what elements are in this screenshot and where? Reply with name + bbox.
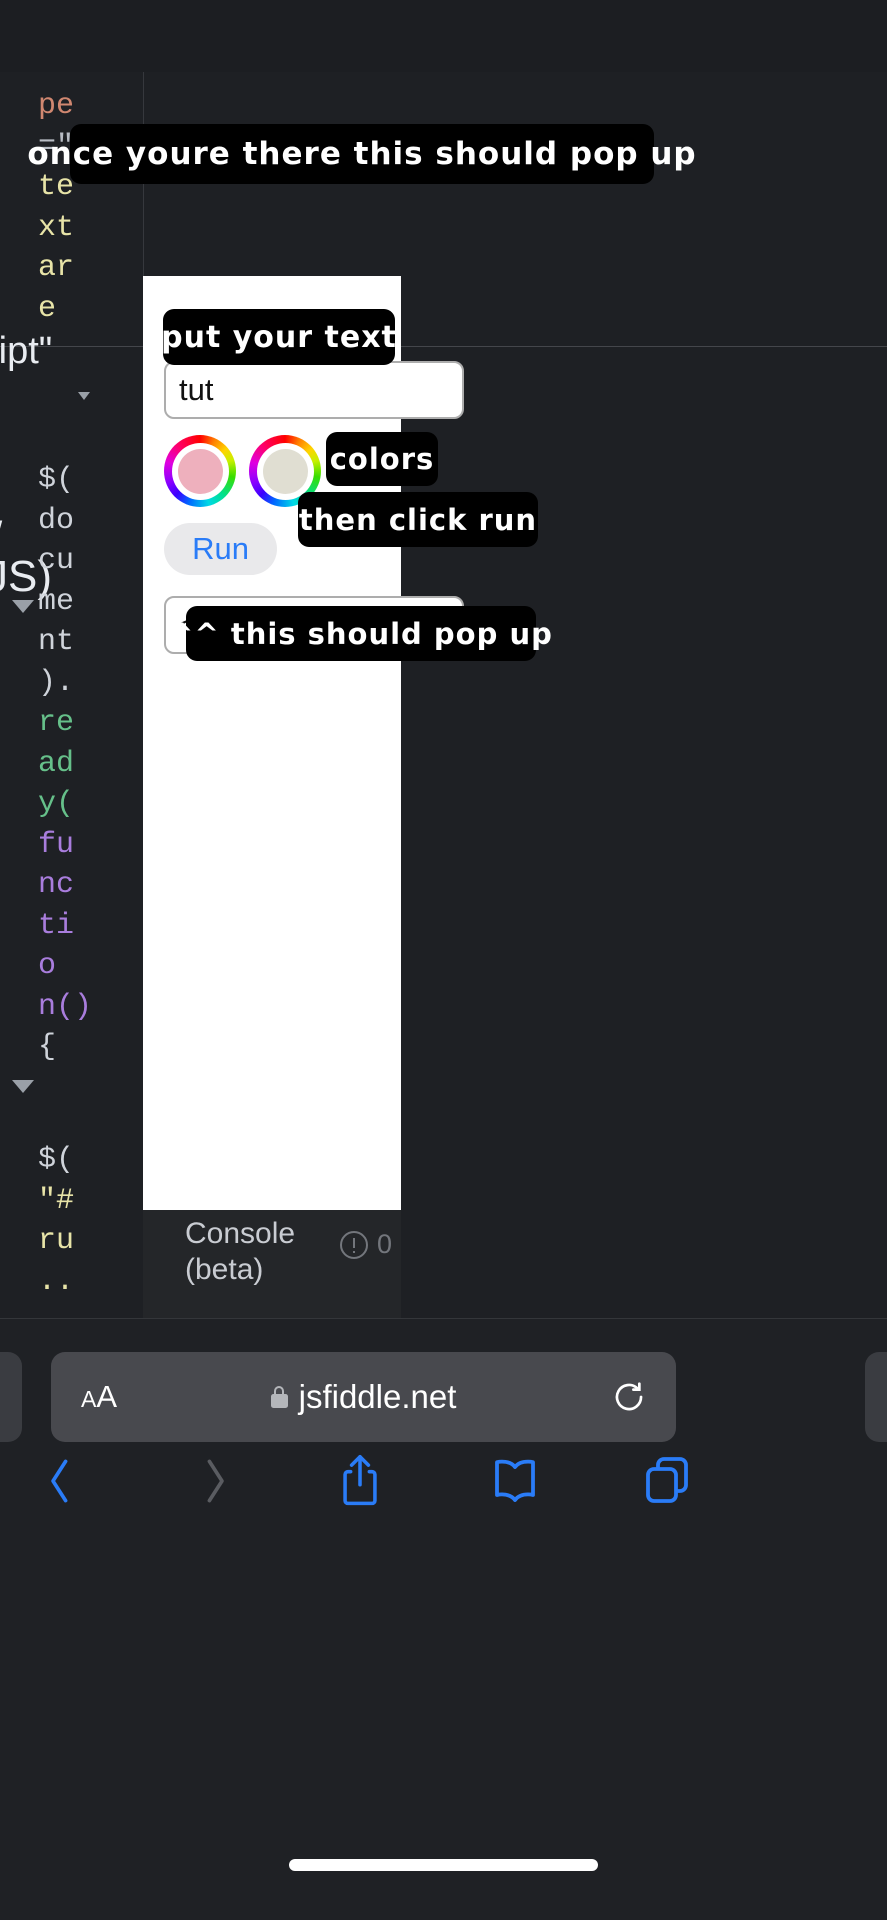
code-line-1: do [38, 503, 75, 538]
code-line-10: nc [38, 868, 75, 902]
run-button[interactable]: Run [164, 523, 277, 575]
screen-root: pe =" te xt ar e ript" / JS) $( do cu me… [0, 0, 887, 1920]
code-lower-3: .. [38, 1264, 75, 1299]
home-indicator [289, 1859, 598, 1871]
bookmarks-button[interactable] [470, 1442, 560, 1520]
code-token-te: te [38, 170, 75, 204]
lock-icon [270, 1386, 288, 1408]
color-swatch-1[interactable] [164, 435, 236, 507]
code-line-11: ti [38, 908, 75, 943]
annotation-colors: colors [326, 432, 438, 486]
code-line-2: cu [38, 544, 75, 578]
code-token-ar: ar [38, 251, 75, 285]
warning-icon [340, 1230, 368, 1259]
code-line-9: fu [38, 827, 75, 862]
code-line-13: n() [38, 989, 93, 1024]
code-line-0: $( [38, 463, 75, 497]
code-lower-1: "# [38, 1183, 75, 1218]
text-input[interactable] [164, 361, 464, 419]
color-swatch-2-fill [262, 448, 308, 494]
editor-area[interactable]: pe =" te xt ar e ript" / JS) $( do cu me… [0, 72, 887, 1318]
url-bar[interactable]: AA jsfiddle.net [51, 1352, 676, 1442]
code-token-type: pe [38, 89, 75, 123]
back-button[interactable] [15, 1442, 105, 1520]
forward-button [170, 1442, 260, 1520]
code-line-8: y( [38, 787, 75, 821]
color-swatch-row [164, 435, 321, 507]
editor-horizontal-rule [0, 346, 887, 347]
color-swatch-1-fill [177, 448, 223, 494]
fold-arrow-icon[interactable] [12, 600, 34, 613]
console-bar[interactable]: Console (beta) 0 [143, 1210, 401, 1318]
chrome-divider [0, 1318, 887, 1319]
tabs-button[interactable] [622, 1442, 712, 1520]
tab-peek-right[interactable] [865, 1352, 887, 1442]
console-label: Console (beta) [185, 1217, 296, 1286]
fold-arrow-icon-2[interactable] [12, 1080, 34, 1093]
code-token-xt: xt [38, 210, 75, 245]
result-preview-panel: Run [143, 276, 464, 1210]
reload-button[interactable] [612, 1380, 646, 1414]
annotation-this-should-popup: ^^ this should pop up [169, 606, 552, 661]
code-line-12: o [38, 949, 57, 983]
tab-peek-left[interactable] [0, 1352, 22, 1442]
code-line-5: ). [38, 665, 75, 700]
code-line-7: ad [38, 746, 75, 781]
code-fragment-cript: ript" [0, 330, 53, 372]
code-column-upper: pe =" te xt ar e [38, 86, 74, 329]
console-count-value: 0 [377, 1229, 393, 1259]
code-line-3: me [38, 584, 75, 619]
annotation-popup-top: once youre there this should pop up [27, 124, 696, 184]
code-token-e: e [38, 291, 57, 326]
code-column-main: $( do cu me nt ). re ad y( fu nc ti o n(… [38, 460, 92, 1068]
browser-chrome: AA jsfiddle.net [0, 1318, 887, 1920]
browser-toolbar [0, 1442, 887, 1552]
code-line-14: { [38, 1030, 57, 1064]
console-error-count: 0 [340, 1229, 392, 1260]
code-column-lower: $( "# ru .. [38, 1140, 74, 1302]
url-display[interactable]: jsfiddle.net [51, 1378, 676, 1416]
status-bar [0, 0, 887, 72]
url-text: jsfiddle.net [298, 1378, 457, 1415]
code-lower-0: $( [38, 1143, 75, 1177]
annotation-then-click-run: then click run [298, 492, 538, 547]
code-line-4: nt [38, 625, 75, 659]
annotation-put-text: put your text [161, 309, 396, 365]
fold-arrow-small-icon[interactable] [78, 392, 90, 400]
code-lower-2: ru [38, 1224, 75, 1258]
code-line-6: re [38, 706, 75, 740]
share-button[interactable] [315, 1442, 405, 1520]
